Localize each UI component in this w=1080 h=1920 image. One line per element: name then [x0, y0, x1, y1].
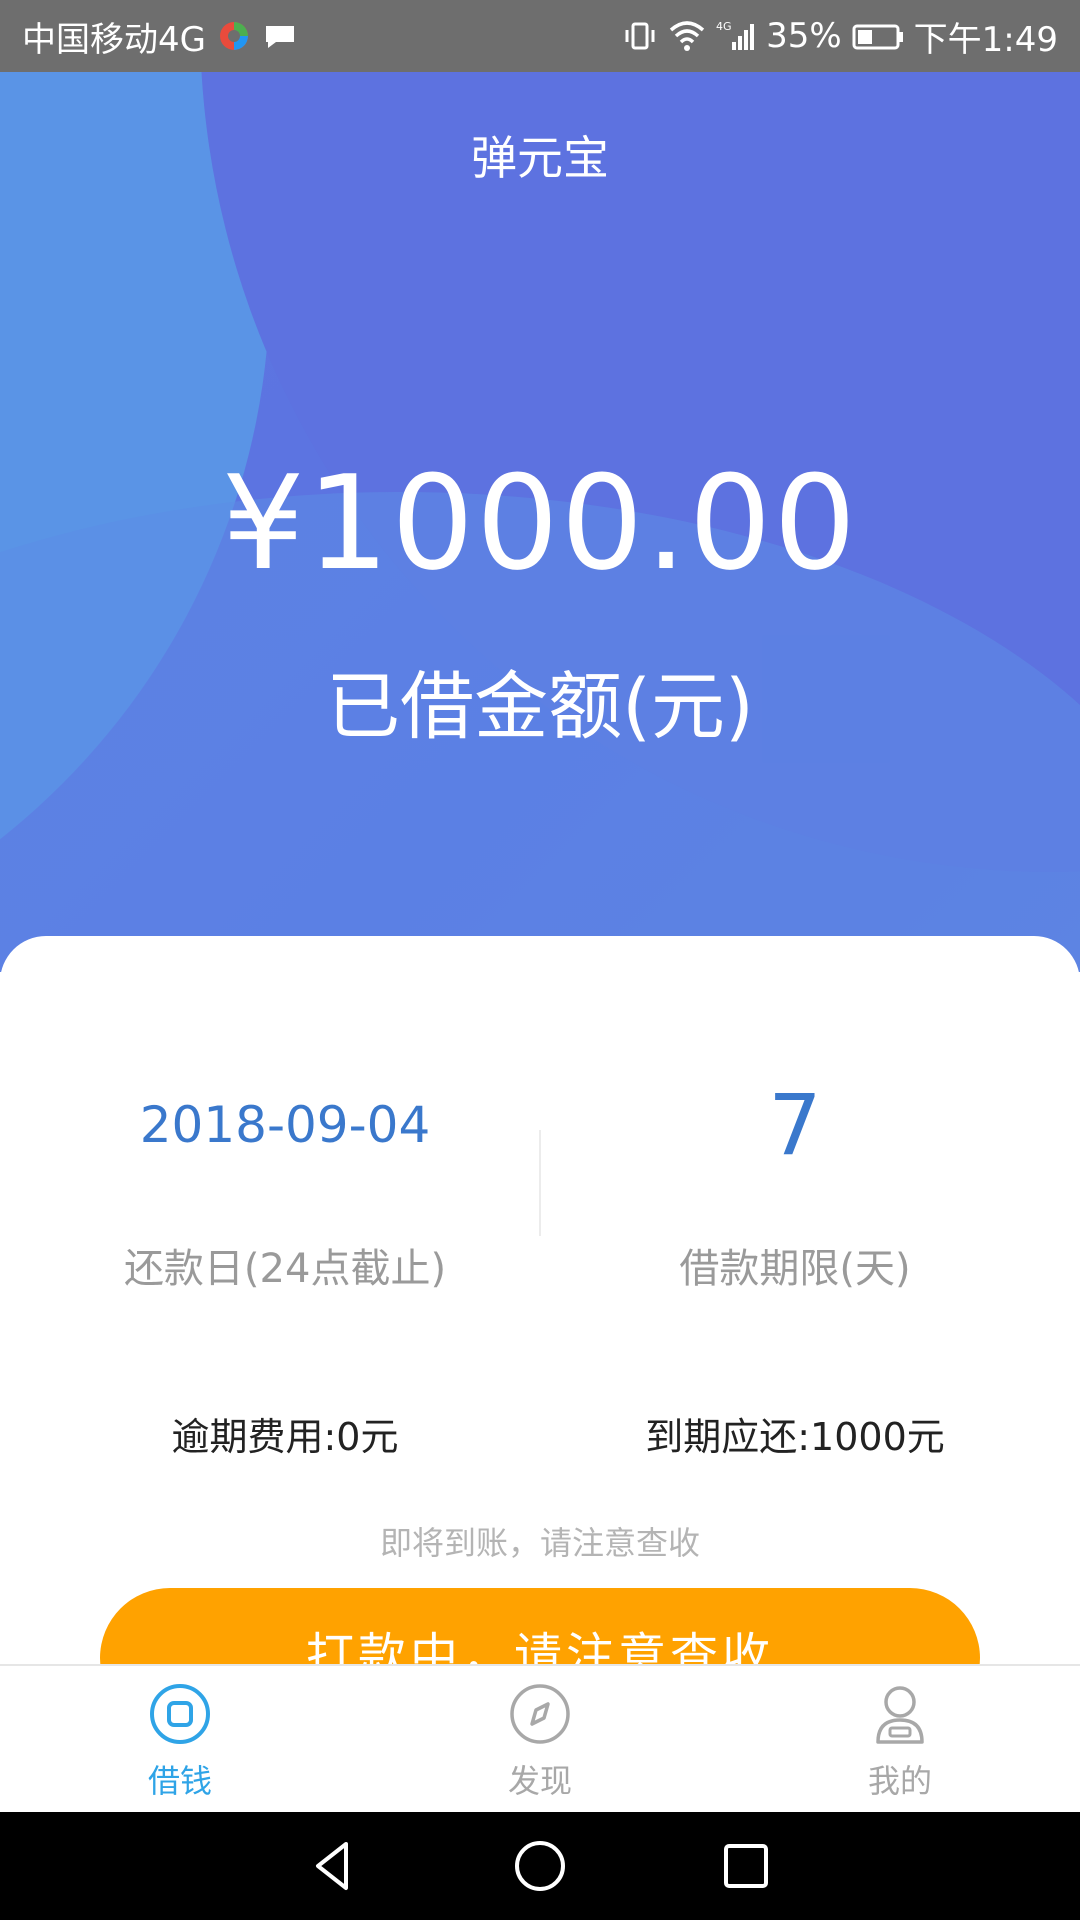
message-icon — [262, 18, 298, 54]
clock-time: 下午1:49 — [913, 19, 1058, 60]
loan-info-card: 2018-09-04 7 还款日(24点截止) 借款期限(天) 逾期费用:0元 … — [0, 936, 1080, 1676]
system-navigation-bar — [0, 1812, 1080, 1920]
nav-label-profile: 我的 — [867, 1762, 932, 1800]
divider — [539, 1130, 541, 1236]
vibrate-icon — [622, 18, 658, 54]
nav-label-borrow: 借钱 — [147, 1762, 212, 1800]
borrow-icon — [150, 1684, 210, 1744]
home-icon[interactable] — [512, 1838, 568, 1894]
nav-label-discover: 发现 — [507, 1762, 572, 1800]
page-title: 弹元宝 — [471, 131, 609, 185]
arrival-notice: 即将到账，请注意查收 — [379, 1524, 700, 1562]
profile-icon — [876, 1686, 924, 1744]
loan-term-value: 7 — [768, 1076, 822, 1174]
nav-item-borrow[interactable]: 借钱 — [0, 1666, 360, 1812]
battery-percent: 35% — [766, 16, 842, 56]
borrowed-amount: ¥1000.00 — [221, 447, 859, 599]
carrier-text: 中国移动4G — [22, 19, 206, 60]
wifi-icon — [668, 18, 706, 54]
network-type: 4G — [716, 20, 732, 33]
recents-icon[interactable] — [718, 1838, 774, 1894]
overdue-fee: 逾期费用:0元 — [171, 1415, 399, 1459]
compass-icon — [510, 1684, 570, 1744]
hero-banner: 弹元宝 ¥1000.00 已借金额(元) — [0, 72, 1080, 972]
loan-term-label: 借款期限(天) — [679, 1246, 911, 1292]
status-bar: 中国移动4G 4G 35% 下午1:49 — [0, 0, 1080, 72]
nav-item-discover[interactable]: 发现 — [360, 1666, 720, 1812]
due-amount: 到期应还:1000元 — [645, 1415, 945, 1459]
app-notification-icon — [216, 18, 252, 54]
battery-icon — [852, 18, 904, 54]
repay-date-label: 还款日(24点截止) — [123, 1246, 447, 1292]
repay-date-value: 2018-09-04 — [139, 1096, 431, 1154]
borrowed-amount-label: 已借金额(元) — [326, 664, 754, 750]
nav-item-profile[interactable]: 我的 — [720, 1666, 1080, 1812]
bottom-nav: 借钱 发现 我的 — [0, 1664, 1080, 1812]
back-icon[interactable] — [306, 1838, 362, 1894]
payment-status-button[interactable]: 打款中，请注意查收 — [100, 1588, 980, 1676]
signal-icon: 4G — [716, 18, 756, 54]
